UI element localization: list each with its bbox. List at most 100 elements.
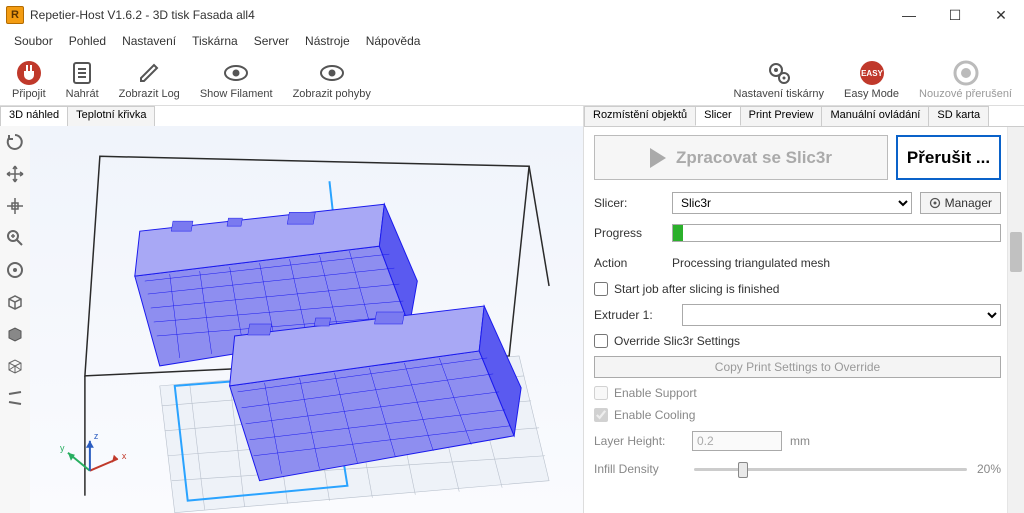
zoom-in-button[interactable] [3,226,27,250]
tab-slicer[interactable]: Slicer [695,106,741,126]
layer-height-input[interactable] [692,431,782,451]
view-front-button[interactable] [3,322,27,346]
slicer-label: Slicer: [594,196,664,210]
menu-soubor[interactable]: Soubor [6,32,61,50]
eye-icon [319,60,345,86]
enable-cooling-checkbox[interactable] [594,408,608,422]
action-label: Action [594,256,664,270]
viewport-toolbar [0,126,30,513]
menu-nastaveni[interactable]: Nastavení [114,32,184,50]
start-after-slice-label: Start job after slicing is finished [614,282,779,296]
manager-label: Manager [945,196,992,210]
svg-text:EASY: EASY [861,69,883,78]
scrollbar-thumb[interactable] [1010,232,1022,272]
tab-print-preview[interactable]: Print Preview [740,106,823,126]
easy-mode-button[interactable]: EASY Easy Mode [834,58,909,100]
printer-settings-button[interactable]: Nastavení tiskárny [724,58,834,100]
reset-view-button[interactable] [3,130,27,154]
left-tabs: 3D náhled Teplotní křivka [0,106,583,126]
move-object-button[interactable] [3,194,27,218]
showmoves-label: Zobrazit pohyby [293,88,371,100]
zoom-fit-button[interactable] [3,258,27,282]
slice-button[interactable]: Zpracovat se Slic3r [594,135,888,180]
action-value: Processing triangulated mesh [672,256,830,270]
slicer-select[interactable]: Slic3r [672,192,912,214]
enable-support-checkbox[interactable] [594,386,608,400]
connect-button[interactable]: Připojit [2,58,56,100]
main-toolbar: Připojit Nahrát Zobrazit Log Show Filame… [0,52,1024,106]
menu-tiskarna[interactable]: Tiskárna [184,32,246,50]
minimize-button[interactable]: — [886,0,932,30]
showlog-button[interactable]: Zobrazit Log [109,58,190,100]
tab-temperature-curve[interactable]: Teplotní křivka [67,106,155,126]
showfilament-button[interactable]: Show Filament [190,58,283,100]
upload-button[interactable]: Nahrát [56,58,109,100]
menu-napoveda[interactable]: Nápověda [358,32,429,50]
infill-density-slider[interactable] [694,460,967,478]
enable-support-label: Enable Support [614,386,697,400]
maximize-button[interactable]: ☐ [932,0,978,30]
svg-text:y: y [60,443,65,453]
menu-pohled[interactable]: Pohled [61,32,114,50]
app-icon: R [6,6,24,24]
menu-server[interactable]: Server [246,32,297,50]
plug-icon [16,60,42,86]
slice-button-label: Zpracovat se Slic3r [676,148,832,168]
3d-viewport[interactable]: x y z [30,126,583,513]
override-settings-label: Override Slic3r Settings [614,334,740,348]
easy-mode-label: Easy Mode [844,88,899,100]
close-button[interactable]: ✕ [978,0,1024,30]
showlog-label: Zobrazit Log [119,88,180,100]
slicer-manager-button[interactable]: Manager [920,192,1001,214]
right-tabs: Rozmístění objektů Slicer Print Preview … [584,106,1024,126]
layer-height-label: Layer Height: [594,434,684,448]
start-after-slice-checkbox[interactable] [594,282,608,296]
menu-bar: Soubor Pohled Nastavení Tiskárna Server … [0,30,1024,52]
gears-icon [766,60,792,86]
tab-sd-card[interactable]: SD karta [928,106,989,126]
infill-density-value: 20% [977,462,1001,476]
document-icon [69,60,95,86]
emergency-stop-label: Nouzové přerušení [919,88,1012,100]
svg-text:x: x [122,451,127,461]
right-panel: Rozmístění objektů Slicer Print Preview … [584,106,1024,513]
slice-progress-bar [672,224,1001,242]
extruder1-label: Extruder 1: [594,308,674,322]
right-panel-scrollbar[interactable] [1007,127,1024,513]
infill-density-label: Infill Density [594,462,684,476]
tab-3d-preview[interactable]: 3D náhled [0,106,68,126]
connect-label: Připojit [12,88,46,100]
axis-gizmo: x y z [60,431,127,471]
easy-icon: EASY [859,60,885,86]
svg-text:z: z [94,431,99,441]
override-settings-checkbox[interactable] [594,334,608,348]
override-section: Copy Print Settings to Override Enable S… [594,356,1001,478]
pencil-icon [136,60,162,86]
view-wire-button[interactable] [3,354,27,378]
enable-cooling-label: Enable Cooling [614,408,695,422]
title-bar: R Repetier-Host V1.6.2 - 3D tisk Fasada … [0,0,1024,30]
left-panel: 3D náhled Teplotní křivka [0,106,584,513]
layer-height-unit: mm [790,434,810,448]
window-title: Repetier-Host V1.6.2 - 3D tisk Fasada al… [30,8,255,22]
tab-object-placement[interactable]: Rozmístění objektů [584,106,696,126]
showfilament-label: Show Filament [200,88,273,100]
move-view-button[interactable] [3,162,27,186]
extruder1-select[interactable] [682,304,1001,326]
copy-settings-button[interactable]: Copy Print Settings to Override [594,356,1001,378]
view-iso-button[interactable] [3,290,27,314]
parallel-view-button[interactable] [3,386,27,410]
play-icon [650,148,666,168]
gear-icon [929,197,941,209]
printer-settings-label: Nastavení tiskárny [734,88,824,100]
slice-progress-fill [673,225,683,241]
emergency-stop-icon [953,60,979,86]
eye-icon [223,60,249,86]
upload-label: Nahrát [66,88,99,100]
showmoves-button[interactable]: Zobrazit pohyby [283,58,381,100]
tab-manual-control[interactable]: Manuální ovládání [821,106,929,126]
progress-label: Progress [594,226,664,240]
menu-nastroje[interactable]: Nástroje [297,32,358,50]
cancel-slice-button[interactable]: Přerušit ... [896,135,1001,180]
emergency-stop-button[interactable]: Nouzové přerušení [909,58,1022,100]
